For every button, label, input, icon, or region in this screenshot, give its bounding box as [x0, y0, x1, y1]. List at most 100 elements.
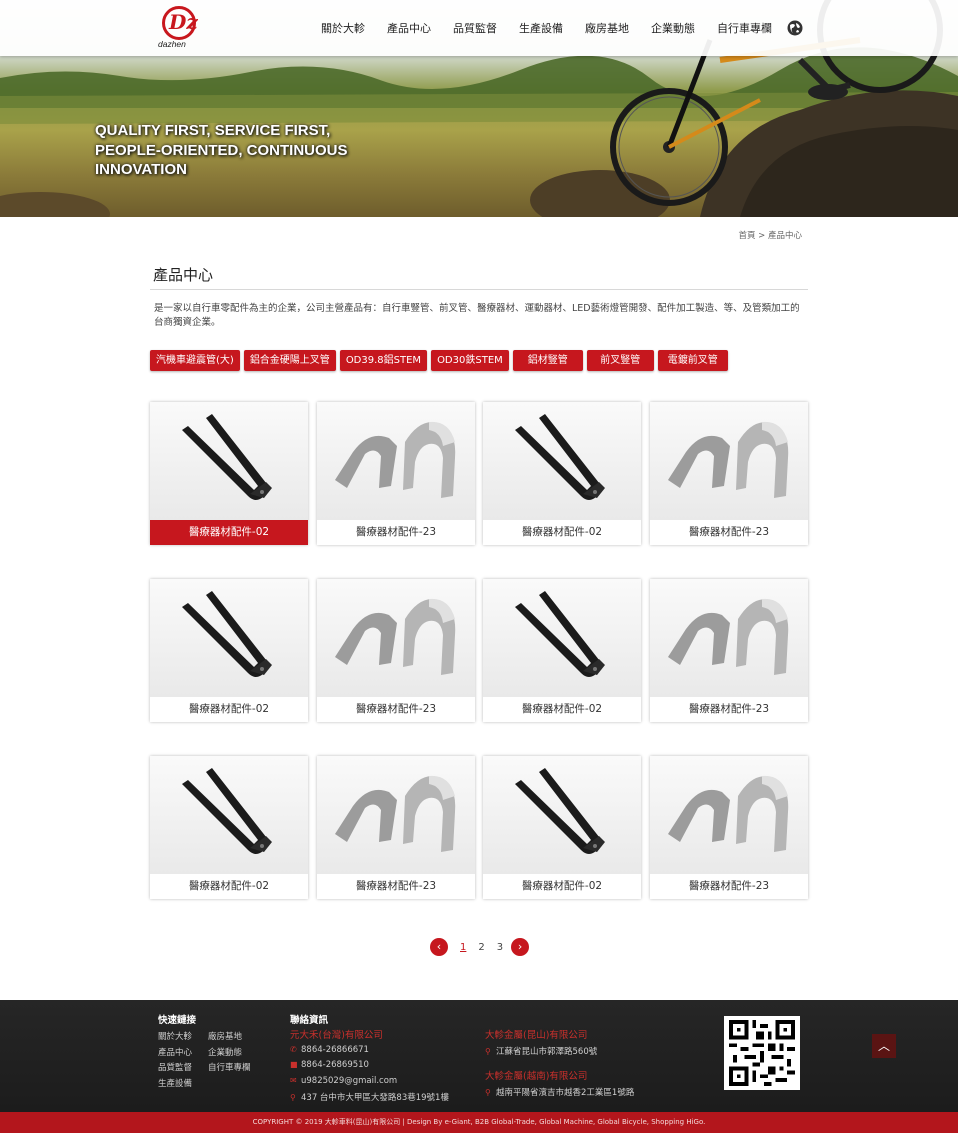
product-image-clamp [650, 579, 808, 697]
email-line: ✉ u9825029@gmail.com [290, 1076, 397, 1086]
mail-icon: ✉ [290, 1076, 297, 1085]
footer-link-factory[interactable]: 廠房基地 [208, 1030, 242, 1042]
address-line: ⚲ 437 台中市大甲區大發路83巷19號1樓 [290, 1091, 449, 1103]
nav-item-equipment[interactable]: 生產設備 [519, 20, 563, 36]
prev-page-button[interactable]: ‹ [430, 938, 448, 956]
product-card[interactable]: 醫療器材配件-02 [150, 579, 308, 722]
product-card[interactable]: 醫療器材配件-23 [650, 756, 808, 899]
product-image-fork [483, 756, 641, 874]
product-name: 醫療器材配件-02 [150, 874, 308, 899]
site-footer [0, 1000, 958, 1112]
next-page-button[interactable]: › [511, 938, 530, 956]
fax-icon: ■ [290, 1060, 298, 1069]
logo[interactable]: Dz dazhen [158, 6, 208, 49]
breadcrumb-home[interactable]: 首頁 [738, 231, 755, 241]
nav-item-news[interactable]: 企業動態 [651, 20, 695, 36]
address-vietnam: 越南平陽省濱吉市越香2工業區1號路 [496, 1088, 635, 1098]
fax-line: ■ 8864-26869510 [290, 1060, 369, 1070]
product-card[interactable]: 醫療器材配件-23 [317, 402, 475, 545]
address-taiwan: 437 台中市大甲區大發路83巷19號1樓 [301, 1093, 449, 1103]
logo-text: dazhen [158, 39, 186, 49]
slogan-line: QUALITY FIRST, SERVICE FIRST, [95, 122, 331, 139]
quick-links-title: 快速鏈接 [158, 1015, 197, 1026]
back-to-top-button[interactable]: ︿ [872, 1034, 896, 1058]
nav-item-factory[interactable]: 廠房基地 [585, 20, 629, 36]
footer-link-news[interactable]: 企業動態 [208, 1046, 242, 1058]
page-title: 產品中心 [153, 266, 214, 284]
phone-number: 8864-26866671 [301, 1045, 369, 1055]
product-image-fork [150, 579, 308, 697]
product-card[interactable]: 醫療器材配件-23 [317, 756, 475, 899]
category-button[interactable]: 鋁合金硬陽上叉管 [243, 350, 336, 371]
breadcrumb-separator: > [758, 231, 766, 241]
page: { "header": { "logo_text": "dazhen", "lo… [0, 0, 958, 1133]
product-card[interactable]: 醫療器材配件-02 [150, 402, 308, 545]
company-vietnam: 大軫金屬(越南)有限公司 [485, 1071, 588, 1082]
product-image-clamp [650, 402, 808, 520]
category-tabs: 汽機車避震管(大) 鋁合金硬陽上叉管 OD39.8鋁STEM OD30鉄STEM… [150, 350, 732, 371]
product-image-clamp [317, 756, 475, 874]
location-pin-icon: ⚲ [290, 1093, 296, 1102]
intro-text: 是一家以自行車零配件為主的企業，公司主營產品有：自行車豎管、前叉管、醫療器材、運… [154, 303, 800, 328]
globe-icon[interactable] [787, 20, 803, 36]
product-image-clamp [317, 402, 475, 520]
copyright-bar: COPYRIGHT © 2019 大軫車料(昆山)有限公司 | Design B… [0, 1112, 958, 1133]
product-name: 醫療器材配件-02 [483, 874, 641, 899]
product-image-clamp [650, 756, 808, 874]
email-address[interactable]: u9825029@gmail.com [301, 1076, 397, 1086]
contact-title: 聯絡資訊 [290, 1015, 329, 1026]
product-card[interactable]: 醫療器材配件-02 [483, 579, 641, 722]
nav-item-about[interactable]: 關於大軫 [321, 20, 365, 36]
footer-link-quality[interactable]: 品質監督 [158, 1061, 192, 1073]
product-card[interactable]: 醫療器材配件-02 [483, 756, 641, 899]
category-button[interactable]: OD30鉄STEM [431, 350, 509, 371]
product-card[interactable]: 醫療器材配件-23 [317, 579, 475, 722]
footer-link-about[interactable]: 關於大軫 [158, 1030, 192, 1042]
banner-slogan: QUALITY FIRST, SERVICE FIRST, PEOPLE-ORI… [95, 121, 395, 180]
phone-icon: ✆ [290, 1045, 297, 1054]
product-image-clamp [317, 579, 475, 697]
category-button[interactable]: 鋁材豎管 [512, 350, 583, 371]
product-image-fork [483, 579, 641, 697]
product-name: 醫療器材配件-23 [650, 697, 808, 722]
page-number[interactable]: 2 [478, 942, 484, 953]
product-name: 醫療器材配件-02 [483, 697, 641, 722]
phone-line: ✆ 8864-26866671 [290, 1045, 369, 1055]
nav-item-bicycle-column[interactable]: 自行車專欄 [717, 20, 772, 36]
product-card[interactable]: 醫療器材配件-02 [483, 402, 641, 545]
address-line: ⚲ 越南平陽省濱吉市越香2工業區1號路 [485, 1086, 634, 1098]
footer-link-bicycle-column[interactable]: 自行車專欄 [208, 1061, 251, 1073]
product-name: 醫療器材配件-02 [150, 520, 308, 545]
category-button[interactable]: 前叉豎管 [586, 350, 654, 371]
product-name: 醫療器材配件-23 [650, 520, 808, 545]
product-name: 醫療器材配件-23 [317, 520, 475, 545]
page-number[interactable]: 3 [497, 942, 503, 953]
nav-item-quality[interactable]: 品質監督 [453, 20, 497, 36]
nav-item-products[interactable]: 產品中心 [387, 20, 431, 36]
address-kunshan: 江蘇省昆山市郭澤路560號 [496, 1047, 598, 1057]
qr-code [724, 1016, 800, 1090]
location-pin-icon: ⚲ [485, 1047, 491, 1056]
fax-number: 8864-26869510 [301, 1060, 369, 1070]
product-card[interactable]: 醫療器材配件-02 [150, 756, 308, 899]
page-number-current[interactable]: 1 [460, 942, 466, 953]
main-nav: 關於大軫 產品中心 品質監督 生產設備 廠房基地 企業動態 自行車專欄 [310, 0, 803, 56]
slogan-line: PEOPLE-ORIENTED, CONTINUOUS [95, 141, 348, 159]
footer-link-products[interactable]: 產品中心 [158, 1046, 192, 1058]
product-name: 醫療器材配件-02 [483, 520, 641, 545]
location-pin-icon: ⚲ [485, 1088, 491, 1097]
breadcrumb-current: 產品中心 [767, 231, 802, 241]
footer-link-equipment[interactable]: 生產設備 [158, 1077, 192, 1089]
slogan-line: INNOVATION [95, 161, 187, 178]
product-card[interactable]: 醫療器材配件-23 [650, 579, 808, 722]
category-button[interactable]: OD39.8鋁STEM [339, 350, 428, 371]
product-image-fork [150, 756, 308, 874]
category-button[interactable]: 汽機車避震管(大) [150, 350, 240, 371]
address-line: ⚲ 江蘇省昆山市郭澤路560號 [485, 1045, 597, 1057]
product-name: 醫療器材配件-23 [317, 697, 475, 722]
category-button[interactable]: 電鍍前叉管 [657, 350, 728, 371]
product-image-fork [483, 402, 641, 520]
product-card[interactable]: 醫療器材配件-23 [650, 402, 808, 545]
product-name: 醫療器材配件-02 [150, 697, 308, 722]
product-name: 醫療器材配件-23 [317, 874, 475, 899]
